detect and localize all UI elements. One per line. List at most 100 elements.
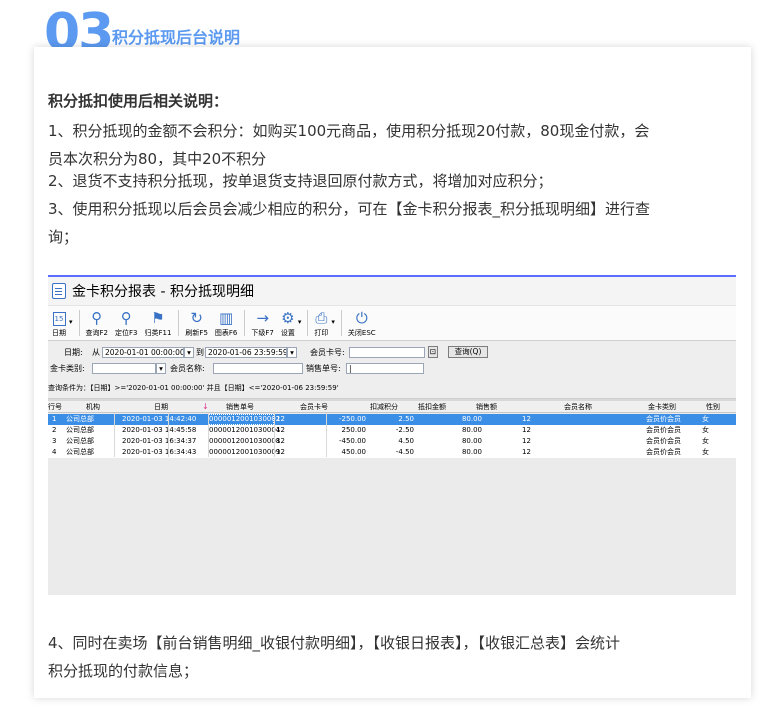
cell-sales-extra: 12 [522, 448, 531, 456]
toolbar-button-7[interactable]: ⚙ 设置 [281, 309, 295, 338]
toolbar-button-3[interactable]: ⚑ 归类F11 [144, 309, 171, 338]
printer-icon: ⎙ [315, 309, 328, 327]
cell-no: 2 [52, 426, 57, 434]
content-heading: 积分抵扣使用后相关说明： [48, 92, 229, 110]
table-row[interactable]: 2 公司总部 2020-01-03 14:45:58 0000012001030004… [48, 425, 736, 436]
toolbar-button-2[interactable]: ⚲ 定位F3 [115, 309, 137, 338]
column-header[interactable]: 会员名称 [564, 401, 592, 413]
cell-sales-extra: 12 [522, 415, 531, 423]
cell-sale-no: 0000012001030009 [209, 448, 281, 456]
cell-points: -450.00 [338, 437, 366, 445]
power-icon: ⏻ [355, 309, 368, 327]
cell-sales-extra: 12 [522, 426, 531, 434]
table-row[interactable]: 1 公司总部 2020-01-03 14:42:40 0000012001030002… [48, 414, 736, 425]
toolbar-separator [78, 310, 80, 336]
refresh-icon: ↻ [190, 309, 203, 327]
toolbar-button-9[interactable]: ⏻ 关闭ESC [348, 309, 376, 338]
gear-icon: ⚙ [281, 309, 295, 327]
cell-gender: 女 [702, 426, 709, 434]
cell-sales: 80.00 [461, 426, 482, 434]
content-item-4-line-b: 积分抵现的付款信息； [48, 662, 199, 680]
grid-column-divider [326, 413, 327, 457]
toolbar-button-8[interactable]: ⎙ 打印 [314, 309, 328, 338]
cell-card-type: 会员价会员 [646, 415, 681, 423]
cell-deduct: -2.50 [395, 426, 414, 434]
content-item-3-line-b: 询； [48, 228, 79, 246]
cell-gender: 女 [702, 415, 709, 423]
to-label: 到 [196, 348, 204, 357]
date-from-spinner[interactable]: ▾ [184, 347, 194, 358]
toolbar-button-label: 图表F6 [214, 329, 238, 337]
content-item-1-line-a: 1、积分抵现的金额不会积分：如购买100元商品，使用积分抵现20付款，80现金付… [48, 122, 650, 140]
column-header[interactable]: 机构 [86, 401, 100, 413]
member-card-label: 会员卡号: [310, 348, 345, 357]
sale-no-input[interactable]: | [346, 363, 424, 374]
results-grid: 行号 机构 日期 销售单号 会员卡号 扣减积分 抵扣金额 销售额 会员名称 金卡类别 性别 ↓ 1 公司… [48, 401, 736, 595]
date-label: 日期: [64, 348, 83, 357]
content-item-4-line-a: 4、同时在卖场【前台销售明细_收银付款明细】，【收银日报表】，【收银汇总表】会统… [48, 634, 621, 652]
search-button[interactable]: 查询(Q) [448, 346, 488, 358]
content-card: 积分抵扣使用后相关说明： 1、积分抵现的金额不会积分：如购买100元商品，使用积… [34, 47, 751, 698]
column-header[interactable]: 金卡类别 [648, 401, 676, 413]
content-item-1: 1、积分抵现的金额不会积分：如购买100元商品，使用积分抵现20付款，80现金付… [48, 117, 736, 173]
cell-sales: 80.00 [461, 448, 482, 456]
table-row[interactable]: 4 公司总部 2020-01-03 16:34:43 0000012001030009… [48, 447, 736, 458]
toolbar-button-label: 日期 [52, 329, 66, 337]
toolbar-separator [244, 310, 246, 336]
toolbar-button-4[interactable]: ↻ 刷新F5 [185, 309, 207, 338]
cell-gender: 女 [702, 448, 709, 456]
member-name-input[interactable] [213, 363, 303, 374]
from-label: 从 [92, 348, 100, 357]
toolbar-button-1[interactable]: ⚲ 查询F2 [86, 309, 108, 338]
toolbar-button-6[interactable]: → 下级F7 [251, 309, 273, 338]
cell-deduct: -4.50 [395, 448, 414, 456]
cell-points: 250.00 [341, 426, 367, 434]
search-icon: ⚲ [91, 309, 103, 327]
chevron-down-icon[interactable]: ▾ [69, 318, 73, 326]
column-header[interactable]: 行号 [48, 401, 62, 413]
column-header[interactable]: 日期 [154, 401, 168, 413]
sort-arrow-icon: ↓ [202, 402, 209, 411]
column-header[interactable]: 销售额 [476, 401, 497, 413]
card-type-dropdown-icon[interactable]: ▾ [156, 363, 166, 374]
cell-date: 2020-01-03 14:45:58 [122, 426, 197, 434]
chevron-down-icon[interactable]: ▾ [331, 318, 335, 326]
card-type-select[interactable] [92, 363, 156, 374]
date-from-input[interactable]: 2020-01-01 00:00:00 [102, 347, 184, 358]
toolbar-button-label: 设置 [280, 329, 295, 337]
cell-sales-extra: 12 [522, 437, 531, 445]
chevron-down-icon[interactable]: ▾ [298, 318, 302, 326]
cell-date: 2020-01-03 16:34:43 [122, 448, 197, 456]
member-card-picker-button[interactable]: ⊡ [428, 346, 438, 358]
section-title: 积分抵现后台说明 [112, 28, 241, 47]
sale-no-label: 销售单号: [306, 364, 341, 373]
column-header[interactable]: 性别 [706, 401, 720, 413]
toolbar: 15 日期 ▾ ⚲ 查询F2 ⚲ 定位F3 ⚑ 归类F11 ↻ 刷新F5 ▥ 图表F6 → 下级F7 ⚙ 设置 ▾… [48, 305, 736, 341]
cell-sales: 80.00 [461, 415, 482, 423]
date-to-input[interactable]: 2020-01-06 23:59:59 [205, 347, 287, 358]
toolbar-button-label: 刷新F5 [185, 329, 208, 337]
member-name-label: 会员名称: [170, 364, 205, 373]
cell-card: 12 [276, 415, 285, 423]
cell-points: 450.00 [341, 448, 367, 456]
date-to-spinner[interactable]: ▾ [287, 347, 297, 358]
table-row[interactable]: 3 公司总部 2020-01-03 16:34:37 0000012001030008… [48, 436, 736, 447]
toolbar-separator [340, 310, 342, 336]
arrow-right-icon: → [256, 309, 269, 327]
column-header[interactable]: 扣减积分 [370, 401, 398, 413]
cell-org: 公司总部 [66, 426, 94, 434]
toolbar-button-label: 定位F3 [115, 329, 138, 337]
cell-card-type: 会员价会员 [646, 426, 681, 434]
cell-sale-no: 0000012001030008 [209, 437, 281, 445]
toolbar-button-0[interactable]: 15 日期 [52, 309, 66, 338]
column-header[interactable]: 抵扣金额 [418, 401, 446, 413]
member-card-input[interactable] [349, 347, 425, 358]
content-item-3: 3、使用积分抵现以后会员会减少相应的积分，可在【金卡积分报表_积分抵现明细】进行… [48, 195, 736, 251]
column-header[interactable]: 销售单号 [226, 401, 254, 413]
toolbar-button-5[interactable]: ▥ 图表F6 [215, 309, 237, 338]
cell-card: 12 [276, 448, 285, 456]
grid-column-divider [168, 413, 169, 457]
toolbar-button-label: 归类F11 [144, 329, 172, 337]
column-header[interactable]: 会员卡号 [300, 401, 328, 413]
content-item-4: 4、同时在卖场【前台销售明细_收银付款明细】，【收银日报表】，【收银汇总表】会统… [48, 629, 736, 685]
